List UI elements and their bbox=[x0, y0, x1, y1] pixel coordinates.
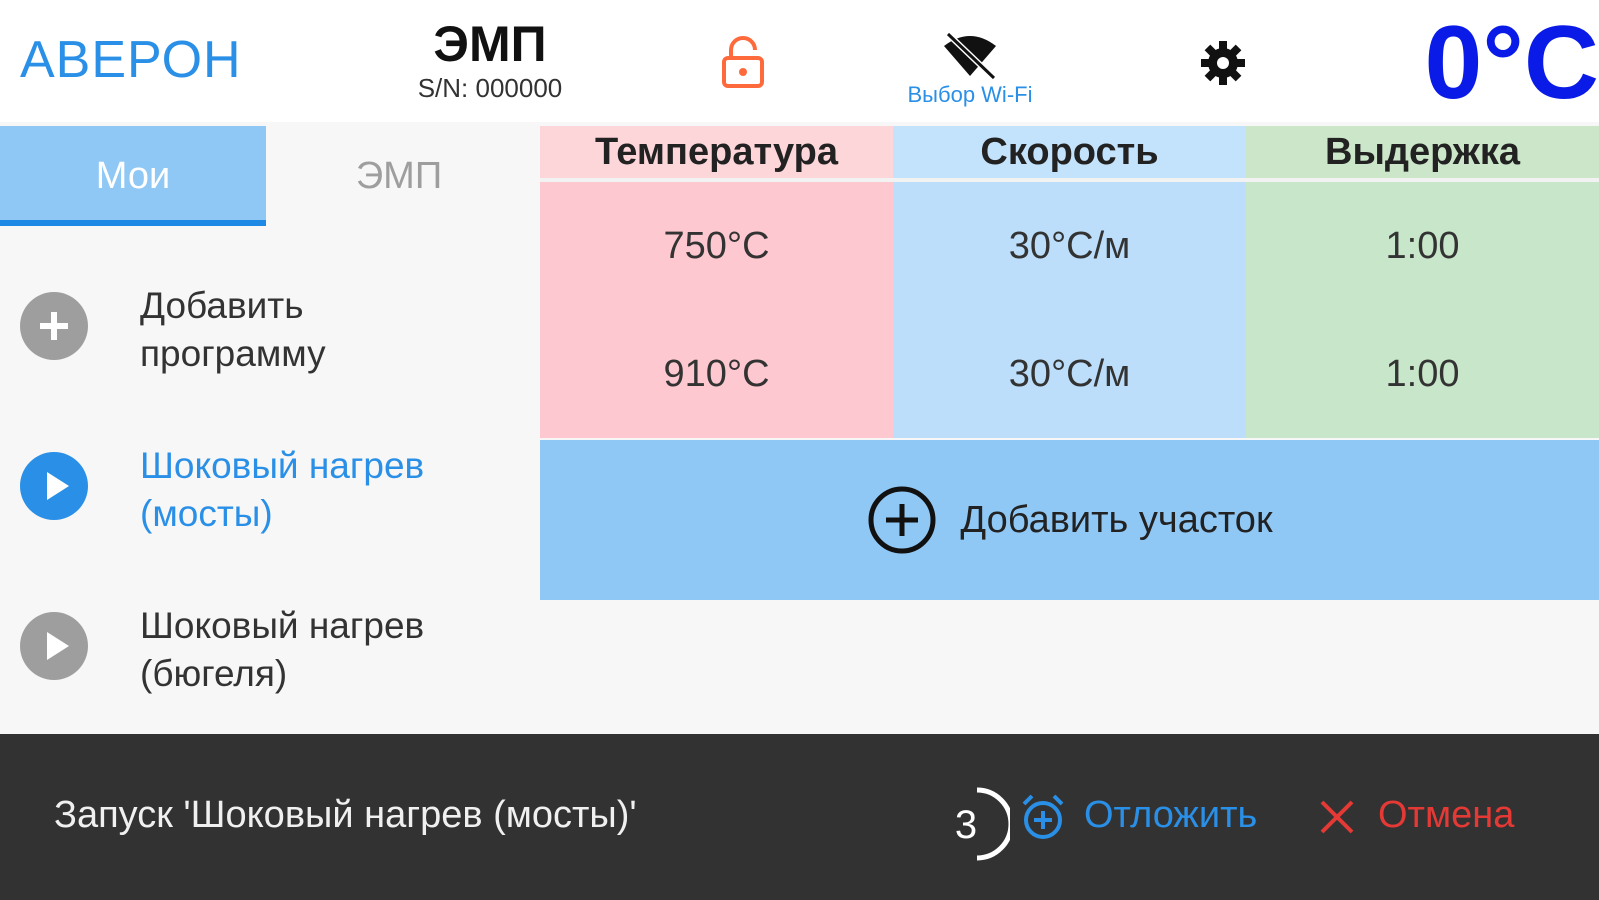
gear-icon[interactable] bbox=[1198, 38, 1248, 88]
add-icon bbox=[20, 292, 88, 360]
program-label-line2: (бюгеля) bbox=[140, 653, 288, 694]
hold-header: Выдержка bbox=[1246, 126, 1599, 178]
temperature-column: Температура 750°C 910°C bbox=[540, 126, 893, 438]
device-name: ЭМП bbox=[433, 16, 547, 72]
play-icon bbox=[20, 612, 88, 680]
program-label-line1: Шоковый нагрев bbox=[140, 605, 425, 646]
header-bar: АВЕРОН ЭМП S/N: 000000 Выбор Wi-Fi 0°C bbox=[0, 0, 1599, 122]
cancel-button[interactable]: Отмена bbox=[1378, 794, 1514, 837]
program-label: Шоковый нагрев (мосты) bbox=[140, 442, 424, 538]
tab-mine-label: Мои bbox=[95, 154, 171, 197]
wifi-label: Выбор Wi-Fi bbox=[907, 82, 1033, 107]
add-program-label-line1: Добавить bbox=[140, 285, 304, 326]
temperature-header: Температура bbox=[540, 126, 893, 178]
speed-header: Скорость bbox=[893, 126, 1246, 178]
wifi-off-icon bbox=[944, 31, 997, 81]
add-circle-icon bbox=[868, 486, 936, 554]
tab-mine[interactable]: Мои bbox=[0, 126, 266, 226]
hold-cell[interactable]: 1:00 bbox=[1246, 182, 1599, 310]
program-item-shock-bridges[interactable]: Шоковый нагрев (мосты) bbox=[0, 422, 532, 572]
launch-snackbar: Запуск 'Шоковый нагрев (мосты)' 3 Отложи… bbox=[0, 734, 1599, 900]
active-tab-indicator bbox=[0, 220, 266, 226]
program-label-line1: Шоковый нагрев bbox=[140, 445, 425, 486]
lock-open-icon[interactable] bbox=[720, 36, 766, 90]
countdown-value: 3 bbox=[955, 803, 977, 847]
program-item-shock-clasps[interactable]: Шоковый нагрев (бюгеля) bbox=[0, 582, 532, 732]
add-section-label: Добавить участок bbox=[960, 498, 1273, 541]
temperature-cell[interactable]: 910°C bbox=[540, 310, 893, 438]
add-program-item[interactable]: Добавить программу bbox=[0, 262, 532, 412]
add-program-label-line2: программу bbox=[140, 333, 326, 374]
launch-message: Запуск 'Шоковый нагрев (мосты)' bbox=[54, 794, 637, 836]
current-temperature: 0°C bbox=[1424, 5, 1599, 121]
hold-cell[interactable]: 1:00 bbox=[1246, 310, 1599, 438]
play-icon bbox=[20, 452, 88, 520]
alarm-add-icon bbox=[1022, 794, 1064, 839]
temperature-cell[interactable]: 750°C bbox=[540, 182, 893, 310]
countdown-timer: 3 bbox=[955, 787, 1010, 861]
speed-cell[interactable]: 30°C/м bbox=[893, 182, 1246, 310]
add-program-label: Добавить программу bbox=[140, 282, 326, 378]
speed-column: Скорость 30°C/м 30°C/м bbox=[893, 126, 1246, 438]
program-sidebar: Мои ЭМП Добавить программу Шоковый нагре… bbox=[0, 122, 532, 734]
brand-logo: АВЕРОН bbox=[20, 31, 242, 89]
add-section-button[interactable]: Добавить участок bbox=[540, 440, 1599, 600]
serial-number: S/N: 000000 bbox=[417, 73, 563, 103]
hold-column: Выдержка 1:00 1:00 bbox=[1246, 126, 1599, 438]
program-label-line2: (мосты) bbox=[140, 493, 273, 534]
tab-emp[interactable]: ЭМП bbox=[266, 126, 532, 226]
tab-emp-label: ЭМП bbox=[355, 154, 443, 197]
postpone-button[interactable]: Отложить bbox=[1084, 794, 1257, 837]
speed-cell[interactable]: 30°C/м bbox=[893, 310, 1246, 438]
program-label: Шоковый нагрев (бюгеля) bbox=[140, 602, 424, 698]
device-info: ЭМП S/N: 000000 bbox=[380, 14, 600, 102]
wifi-selector[interactable]: Выбор Wi-Fi bbox=[880, 30, 1060, 108]
close-icon[interactable] bbox=[1318, 798, 1356, 836]
